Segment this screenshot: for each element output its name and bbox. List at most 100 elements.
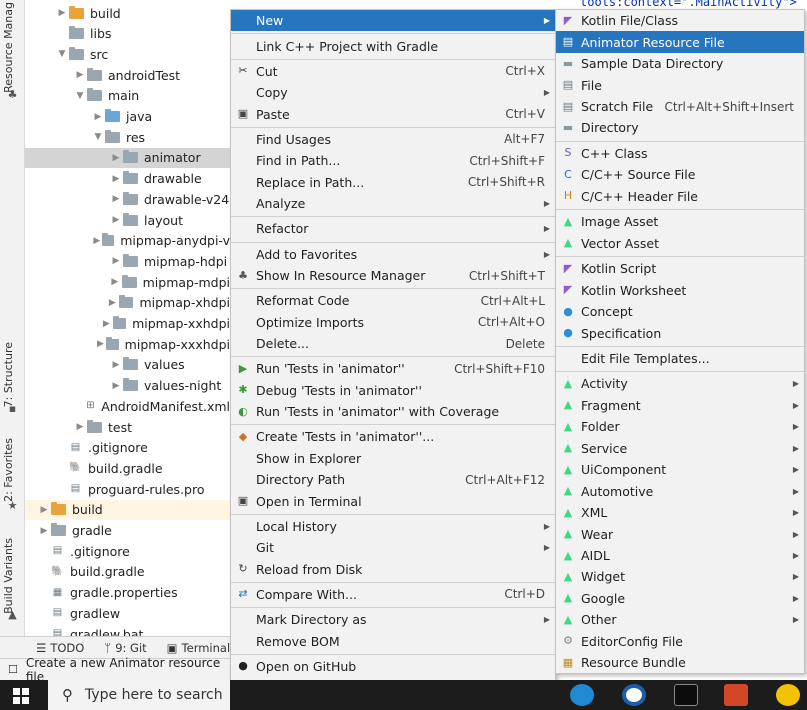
tree-item-gradle-properties[interactable]: ▦ gradle.properties <box>25 583 230 603</box>
menu-item-copy[interactable]: Copy ▶ <box>231 82 555 103</box>
menu-item-remove-bom[interactable]: Remove BOM <box>231 630 555 651</box>
chevron-right-icon[interactable]: ▶ <box>100 319 113 329</box>
project-tree[interactable]: ▶ build libs ▼ src ▶ androidTest ▼ main ▶ java ▼ res… <box>25 0 230 636</box>
menu-item-new[interactable]: New ▶ <box>231 10 555 32</box>
menu-item-replace-in-path[interactable]: Replace in Path... Ctrl+Shift+R <box>231 171 555 192</box>
menu-item-run-tests-in-animator[interactable]: ▶ Run 'Tests in 'animator'' Ctrl+Shift+F10 <box>231 358 555 379</box>
tree-item-build-gradle[interactable]: 🐘 build.gradle <box>25 562 230 582</box>
menu-item-reformat-code[interactable]: Reformat Code Ctrl+Alt+L <box>231 290 555 311</box>
menu-item-wear[interactable]: ▲ Wear ▶ <box>556 523 804 544</box>
tree-item-drawable-v24[interactable]: ▶ drawable-v24 <box>25 189 230 209</box>
menu-item-open-in-terminal[interactable]: ▣ Open in Terminal <box>231 490 555 511</box>
menu-item-other[interactable]: ▲ Other ▶ <box>556 609 804 630</box>
menu-item-fragment[interactable]: ▲ Fragment ▶ <box>556 395 804 416</box>
chevron-right-icon[interactable]: ▶ <box>73 70 87 80</box>
tree-item-values-night[interactable]: ▶ values-night <box>25 376 230 396</box>
menu-item-kotlin-worksheet[interactable]: ◤ Kotlin Worksheet <box>556 279 804 300</box>
tree-item-mipmap-anydpi-v[interactable]: ▶ mipmap-anydpi-v <box>25 231 230 251</box>
tree-item-gitignore[interactable]: ▤ .gitignore <box>25 541 230 561</box>
chevron-right-icon[interactable]: ▶ <box>109 194 123 204</box>
tree-item-proguard-rules-pro[interactable]: ▤ proguard-rules.pro <box>25 479 230 499</box>
menu-item-editorconfig-file[interactable]: ⚙ EditorConfig File <box>556 631 804 652</box>
menu-item-automotive[interactable]: ▲ Automotive ▶ <box>556 480 804 501</box>
menu-item-edit-file-templates[interactable]: Edit File Templates... <box>556 348 804 369</box>
chevron-down-icon[interactable]: ▼ <box>73 91 87 101</box>
menu-item-run-tests-in-animator-with-coverage[interactable]: ◐ Run 'Tests in 'animator'' with Coverage <box>231 401 555 422</box>
menu-item-compare-with[interactable]: ⇄ Compare With... Ctrl+D <box>231 584 555 605</box>
menu-item-mark-directory-as[interactable]: Mark Directory as ▶ <box>231 609 555 630</box>
menu-item-folder[interactable]: ▲ Folder ▶ <box>556 416 804 437</box>
menu-item-file[interactable]: ▤ File <box>556 74 804 95</box>
tree-item-mipmap-xxxhdpi[interactable]: ▶ mipmap-xxxhdpi <box>25 334 230 354</box>
menu-item-analyze[interactable]: Analyze ▶ <box>231 193 555 214</box>
tree-item-gradle[interactable]: ▶ gradle <box>25 521 230 541</box>
chevron-right-icon[interactable]: ▶ <box>109 153 123 163</box>
tree-item-mipmap-hdpi[interactable]: ▶ mipmap-hdpi <box>25 251 230 271</box>
chevron-right-icon[interactable]: ▶ <box>95 339 107 349</box>
tree-item-src[interactable]: ▼ src <box>25 44 230 64</box>
windows-start-icon[interactable] <box>13 688 29 704</box>
chevron-right-icon[interactable]: ▶ <box>109 360 123 370</box>
menu-item-google[interactable]: ▲ Google ▶ <box>556 588 804 609</box>
menu-item-c-class[interactable]: S C++ Class <box>556 143 804 164</box>
menu-item-link-c-project-with-gradle[interactable]: Link C++ Project with Gradle <box>231 35 555 56</box>
chevron-down-icon[interactable]: ▼ <box>55 49 69 59</box>
menu-item-reload-from-disk[interactable]: ↻ Reload from Disk <box>231 558 555 579</box>
resource-manager-tab[interactable]: Resource Manag <box>2 2 15 93</box>
build-variants-tab[interactable]: Build Variants <box>2 538 15 614</box>
menu-item-directory-path[interactable]: Directory Path Ctrl+Alt+F12 <box>231 469 555 490</box>
tree-item-androidtest[interactable]: ▶ androidTest <box>25 65 230 85</box>
tree-item-res[interactable]: ▼ res <box>25 127 230 147</box>
chevron-right-icon[interactable]: ▶ <box>37 505 51 515</box>
menu-item-uicomponent[interactable]: ▲ UiComponent ▶ <box>556 459 804 480</box>
menu-item-c-c-source-file[interactable]: C C/C++ Source File <box>556 164 804 185</box>
menu-item-git[interactable]: Git ▶ <box>231 537 555 558</box>
menu-item-find-usages[interactable]: Find Usages Alt+F7 <box>231 129 555 150</box>
chevron-right-icon[interactable]: ▶ <box>73 422 87 432</box>
tree-item-gradlew[interactable]: ▤ gradlew <box>25 603 230 623</box>
git-tab[interactable]: 9: Git <box>115 641 146 655</box>
chevron-right-icon[interactable]: ▶ <box>108 277 122 287</box>
menu-item-animator-resource-file[interactable]: ▤ Animator Resource File <box>556 31 804 53</box>
menu-item-add-to-favorites[interactable]: Add to Favorites ▶ <box>231 244 555 265</box>
menu-item-widget[interactable]: ▲ Widget ▶ <box>556 566 804 587</box>
menu-item-show-in-resource-manager[interactable]: ♣ Show In Resource Manager Ctrl+Shift+T <box>231 265 555 286</box>
chevron-down-icon[interactable]: ▼ <box>91 132 105 142</box>
tree-item-gradlew-bat[interactable]: ▤ gradlew.bat <box>25 624 230 637</box>
tree-item-libs[interactable]: libs <box>25 24 230 44</box>
favorites-tab[interactable]: 2: Favorites <box>2 438 15 502</box>
tree-item-build-gradle[interactable]: 🐘 build.gradle <box>25 458 230 478</box>
chevron-right-icon[interactable]: ▶ <box>91 236 102 246</box>
app-icon[interactable] <box>622 684 646 706</box>
chevron-right-icon[interactable]: ▶ <box>106 298 119 308</box>
chevron-right-icon[interactable]: ▶ <box>37 526 51 536</box>
terminal-tab[interactable]: Terminal <box>182 641 231 655</box>
tree-item-gitignore[interactable]: ▤ .gitignore <box>25 438 230 458</box>
chevron-right-icon[interactable]: ▶ <box>109 256 123 266</box>
menu-item-c-c-header-file[interactable]: H C/C++ Header File <box>556 186 804 207</box>
menu-item-paste[interactable]: ▣ Paste Ctrl+V <box>231 103 555 124</box>
chevron-right-icon[interactable]: ▶ <box>55 8 69 18</box>
menu-item-kotlin-file-class[interactable]: ◤ Kotlin File/Class <box>556 10 804 31</box>
chevron-right-icon[interactable]: ▶ <box>109 215 123 225</box>
tree-item-layout[interactable]: ▶ layout <box>25 210 230 230</box>
powerpoint-icon[interactable] <box>724 684 748 706</box>
todo-tab[interactable]: TODO <box>50 641 84 655</box>
menu-item-find-in-path[interactable]: Find in Path... Ctrl+Shift+F <box>231 150 555 171</box>
menu-item-activity[interactable]: ▲ Activity ▶ <box>556 373 804 394</box>
menu-item-kotlin-script[interactable]: ◤ Kotlin Script <box>556 258 804 279</box>
tree-item-main[interactable]: ▼ main <box>25 86 230 106</box>
terminal-app-icon[interactable] <box>674 684 698 706</box>
tree-item-mipmap-mdpi[interactable]: ▶ mipmap-mdpi <box>25 272 230 292</box>
chrome-icon[interactable] <box>776 684 800 706</box>
menu-item-debug-tests-in-animator[interactable]: ✱ Debug 'Tests in 'animator'' <box>231 380 555 401</box>
chevron-right-icon[interactable]: ▶ <box>109 381 123 391</box>
menu-item-resource-bundle[interactable]: ▦ Resource Bundle <box>556 652 804 673</box>
menu-item-specification[interactable]: ● Specification <box>556 322 804 343</box>
tree-item-values[interactable]: ▶ values <box>25 355 230 375</box>
menu-item-open-on-github[interactable]: ● Open on GitHub <box>231 656 555 677</box>
menu-item-scratch-file[interactable]: ▤ Scratch File Ctrl+Alt+Shift+Insert <box>556 96 804 117</box>
menu-item-create-tests-in-animator[interactable]: ◆ Create 'Tests in 'animator''... <box>231 426 555 447</box>
chevron-right-icon[interactable]: ▶ <box>91 112 105 122</box>
tree-item-build[interactable]: ▶ build <box>25 499 230 520</box>
